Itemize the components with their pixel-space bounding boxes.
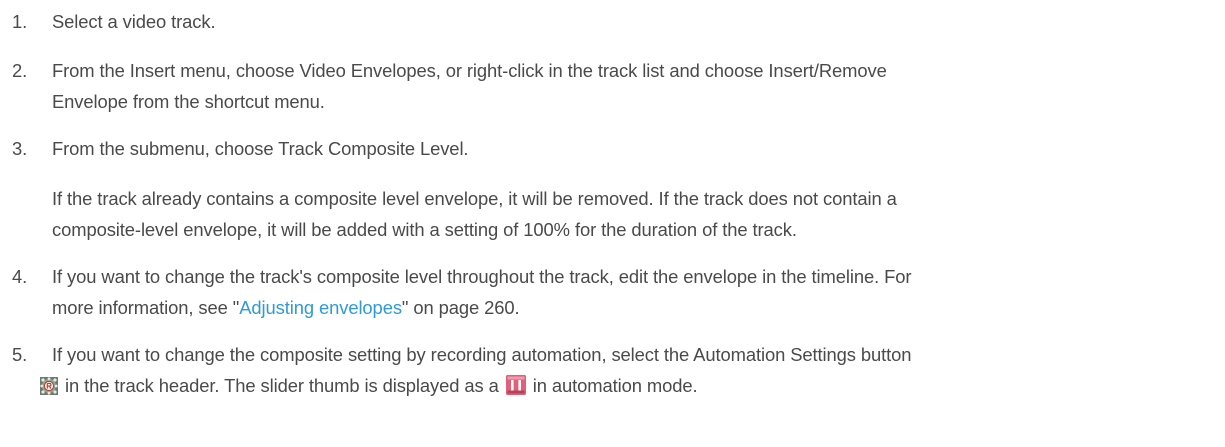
step-number: 1. <box>12 11 28 32</box>
step-number: 3. <box>12 138 28 159</box>
note-line-2: composite-level envelope, it will be add… <box>52 219 797 240</box>
step-2: 2. From the Insert menu, choose Video En… <box>12 55 1215 117</box>
step-text-line-1: From the Insert menu, choose Video Envel… <box>52 60 887 81</box>
step-text-line-2: in the track header. The slider thumb is… <box>40 370 1215 401</box>
step-3: 3. From the submenu, choose Track Compos… <box>12 133 1215 164</box>
text-before-link: more information, see " <box>52 297 240 318</box>
step-text-line-1: If you want to change the composite sett… <box>52 344 912 365</box>
step-1: 1. Select a video track. <box>12 6 1215 37</box>
step-number: 4. <box>12 266 28 287</box>
step-text-line-1: If you want to change the track's compos… <box>52 266 912 287</box>
step-text-segment: in automation mode. <box>527 375 698 396</box>
step-text-segment: in the track header. The slider thumb is… <box>60 375 504 396</box>
step-text-line-2: more information, see "Adjusting envelop… <box>52 292 1215 323</box>
step-number: 2. <box>12 60 28 81</box>
step-text-line-2: Envelope from the shortcut menu. <box>52 91 325 112</box>
automation-slider-thumb-icon <box>505 373 526 395</box>
adjusting-envelopes-link[interactable]: Adjusting envelopes <box>239 297 402 318</box>
step-text: From the submenu, choose Track Composite… <box>52 138 469 159</box>
step-number: 5. <box>12 344 28 365</box>
text-after-link: " on page 260. <box>401 297 520 318</box>
step-4: 4. If you want to change the track's com… <box>12 261 1215 323</box>
step-5: 5. If you want to change the composite s… <box>12 339 1215 401</box>
document-page: 1. Select a video track. 2. From the Ins… <box>0 0 1225 447</box>
step-3-note: If the track already contains a composit… <box>52 183 1215 245</box>
step-text: Select a video track. <box>52 11 216 32</box>
note-line-1: If the track already contains a composit… <box>52 188 897 209</box>
automation-settings-icon <box>40 373 58 395</box>
